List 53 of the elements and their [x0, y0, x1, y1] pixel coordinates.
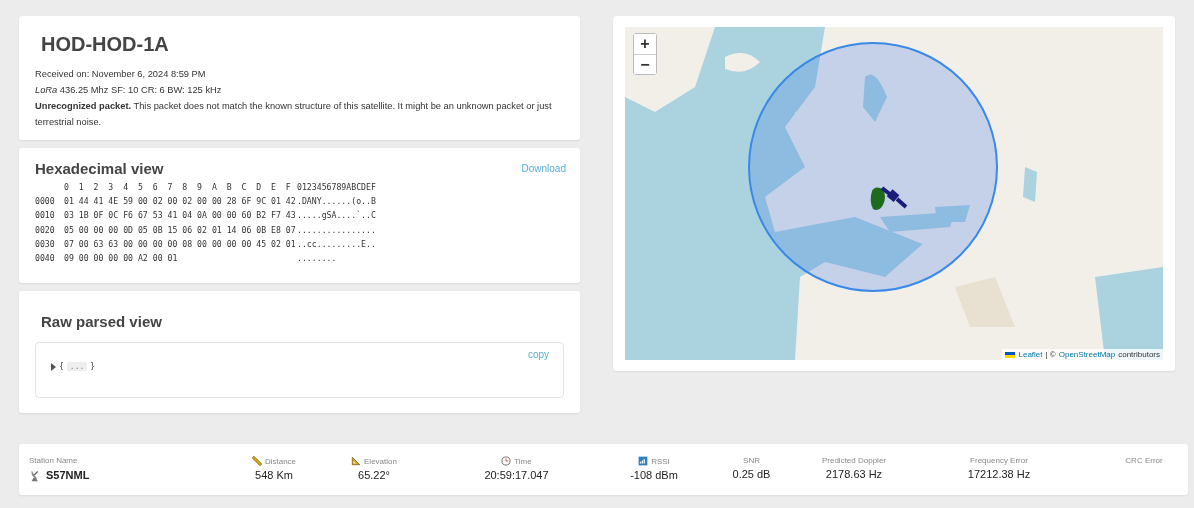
stat-label: Time [514, 456, 532, 466]
json-brace: { [59, 362, 64, 371]
download-link[interactable]: Download [521, 160, 566, 177]
stat-label: CRC Error [1125, 456, 1163, 465]
openstreetmap-link[interactable]: OpenStreetMap [1058, 350, 1116, 359]
signal-icon [638, 456, 649, 466]
hex-column-header: 0 1 2 3 4 5 6 7 8 9 A B C D E F [64, 181, 292, 194]
stat-label: Frequency Error [970, 456, 1028, 465]
copy-link[interactable]: copy [527, 349, 549, 360]
stat-label: Distance [264, 456, 297, 466]
collapsed-ellipsis[interactable]: ... [66, 362, 88, 371]
raw-title: Raw parsed view [41, 313, 163, 330]
stat-value: 20:59:17.047 [484, 469, 549, 481]
station-marker-icon[interactable] [870, 187, 885, 210]
expand-caret-icon[interactable] [50, 362, 56, 371]
zoom-out-button[interactable]: − [634, 54, 656, 74]
hex-offset: 0020 [35, 223, 56, 237]
radio-settings: LoRa 436.25 Mhz SF: 10 CR: 6 BW: 125 kHz [35, 84, 223, 97]
hex-offset: 0030 [35, 237, 56, 251]
hex-ascii: .DANY......(o..B [297, 195, 376, 209]
satellite-title: HOD-HOD-1A [41, 33, 170, 56]
stat-label: Predicted Doppler [821, 456, 886, 465]
ruler-icon [251, 456, 262, 466]
stat-label: Station Name [29, 456, 78, 465]
attribution-separator: | © [1045, 350, 1056, 359]
stat-label: SNR [743, 456, 760, 465]
hex-ascii: ........ [297, 252, 337, 265]
json-brace: } [90, 362, 96, 371]
leaflet-link[interactable]: Leaflet [1018, 350, 1043, 359]
hex-ascii: ................ [297, 223, 376, 237]
hex-offset: 0000 [35, 195, 56, 209]
stat-label: Elevation [364, 456, 397, 466]
satellite-icon[interactable] [880, 186, 908, 209]
stat-value: 548 Km [255, 469, 293, 481]
ascii-column-header: 0123456789ABCDEF [297, 181, 376, 194]
hex-bytes: 09 00 00 00 00 A2 00 01 [64, 252, 179, 265]
stat-value: 0.25 dB [732, 468, 771, 480]
attribution-text: contributors [1118, 350, 1160, 359]
hex-ascii: ..cc.........E.. [297, 237, 376, 251]
hex-offset: 0010 [35, 209, 56, 223]
stat-value: -108 dBm [630, 469, 678, 481]
received-date: Received on: November 6, 2024 8:59 PM [35, 68, 207, 81]
flag-icon [1005, 351, 1016, 358]
hex-title: Hexadecimal view [35, 160, 164, 177]
stat-value: S57NML [46, 469, 90, 481]
hex-ascii: .....gSA....`..C [297, 209, 376, 223]
stat-value: 2178.63 Hz [825, 468, 883, 480]
clock-icon [501, 456, 512, 466]
stat-value: 17212.38 Hz [967, 468, 1031, 480]
hex-offset: 0040 [35, 252, 56, 265]
packet-note: Unrecognized packet. This packet does not match the known structure of this satellite. It might be an unknown packet or just terrestrial noise. [35, 100, 553, 129]
stat-label: RSSI [651, 456, 670, 466]
stat-value: 65.22° [358, 469, 390, 481]
